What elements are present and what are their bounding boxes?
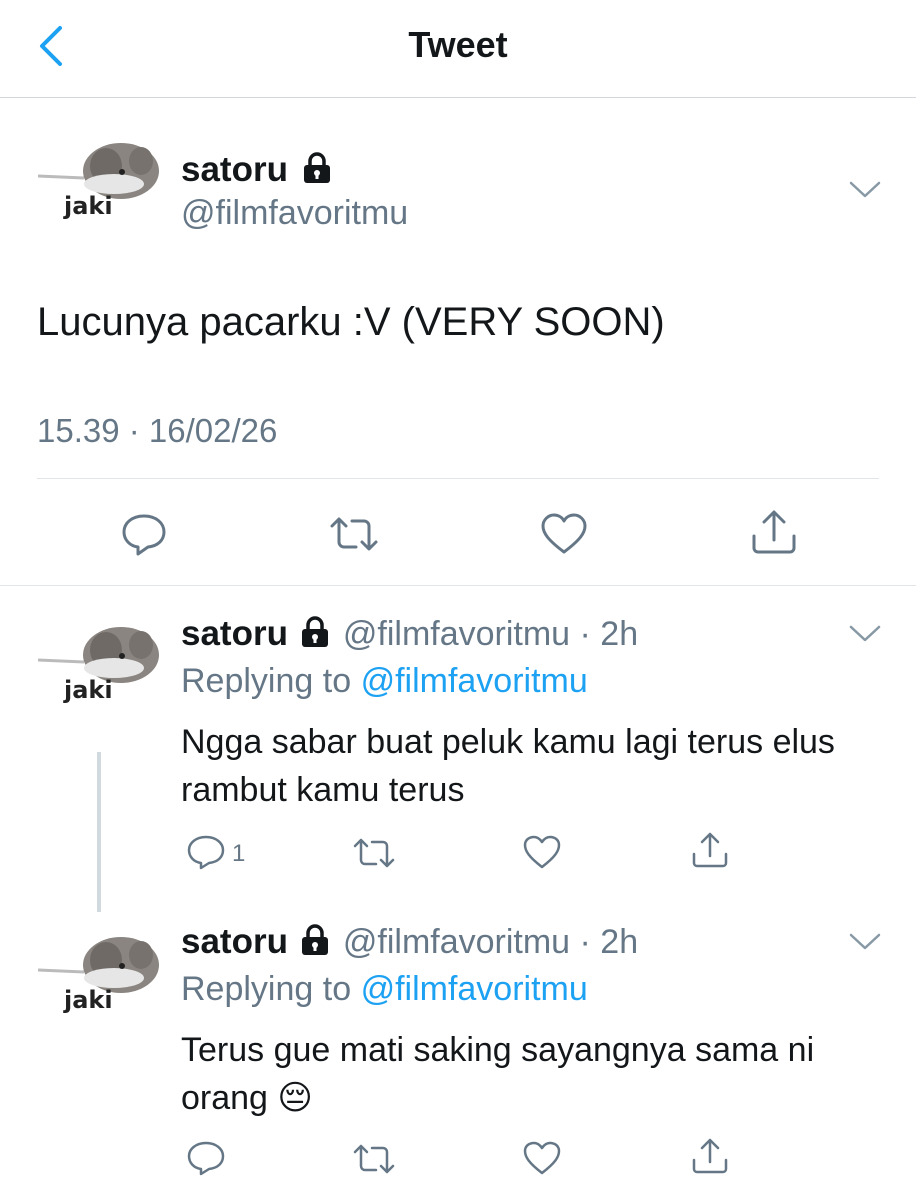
avatar[interactable]: jaki	[36, 610, 164, 738]
page-title: Tweet	[408, 24, 508, 65]
display-name[interactable]: satoru	[181, 614, 288, 653]
reply-author-row: satoru @filmfavoritmu · 2h	[181, 922, 638, 962]
retweet-icon[interactable]	[352, 836, 396, 870]
retweet-icon[interactable]	[352, 1142, 396, 1176]
display-name[interactable]: satoru	[181, 150, 288, 189]
reply-icon[interactable]	[186, 1140, 226, 1176]
reply-icon[interactable]	[120, 512, 168, 556]
avatar-label: jaki	[64, 986, 113, 1014]
avatar-label: jaki	[64, 676, 113, 704]
reply-text: Ngga sabar buat peluk kamu lagi terus el…	[181, 723, 835, 809]
user-handle[interactable]: @filmfavoritmu	[181, 194, 408, 233]
lock-icon	[302, 924, 329, 955]
mention-link[interactable]: @filmfavoritmu	[361, 970, 588, 1008]
like-icon[interactable]	[522, 1140, 562, 1176]
avatar[interactable]: jaki	[36, 126, 164, 254]
avatar[interactable]: jaki	[36, 920, 164, 1048]
divider	[0, 585, 916, 586]
replying-label: Replying to	[181, 970, 352, 1008]
share-icon[interactable]	[690, 830, 730, 870]
reply-text: Terus gue mati saking sayangnya sama ni …	[181, 1031, 815, 1117]
mention-link[interactable]: @filmfavoritmu	[361, 662, 588, 700]
reply-icon[interactable]	[186, 834, 226, 870]
like-icon[interactable]	[522, 834, 562, 870]
lock-icon	[304, 152, 331, 183]
user-handle[interactable]: @filmfavoritmu · 2h	[343, 615, 638, 653]
reply-count: 1	[232, 840, 246, 867]
mouse-icon	[37, 627, 159, 683]
retweet-icon[interactable]	[328, 514, 380, 554]
user-handle[interactable]: @filmfavoritmu · 2h	[343, 923, 638, 961]
reply-author-row: satoru @filmfavoritmu · 2h	[181, 614, 638, 654]
mouse-icon	[37, 937, 159, 993]
replying-label: Replying to	[181, 662, 352, 700]
chevron-down-icon[interactable]	[848, 624, 882, 644]
like-icon[interactable]	[540, 512, 588, 556]
chevron-down-icon[interactable]	[848, 180, 882, 200]
chevron-down-icon[interactable]	[848, 932, 882, 952]
share-icon[interactable]	[750, 508, 798, 556]
share-icon[interactable]	[690, 1136, 730, 1176]
author-row: satoru	[181, 150, 334, 190]
mouse-icon	[37, 143, 159, 199]
lock-icon	[302, 616, 329, 647]
tweet-text: Lucunya pacarku :V (VERY SOON)	[37, 300, 665, 344]
divider	[37, 478, 879, 479]
display-name[interactable]: satoru	[181, 922, 288, 961]
replying-to: Replying to @filmfavoritmu	[181, 970, 588, 1009]
replying-to: Replying to @filmfavoritmu	[181, 662, 588, 701]
tweet-timestamp: 15.39 · 16/02/26	[37, 412, 278, 449]
avatar-label: jaki	[64, 192, 113, 220]
thread-line	[97, 752, 101, 912]
